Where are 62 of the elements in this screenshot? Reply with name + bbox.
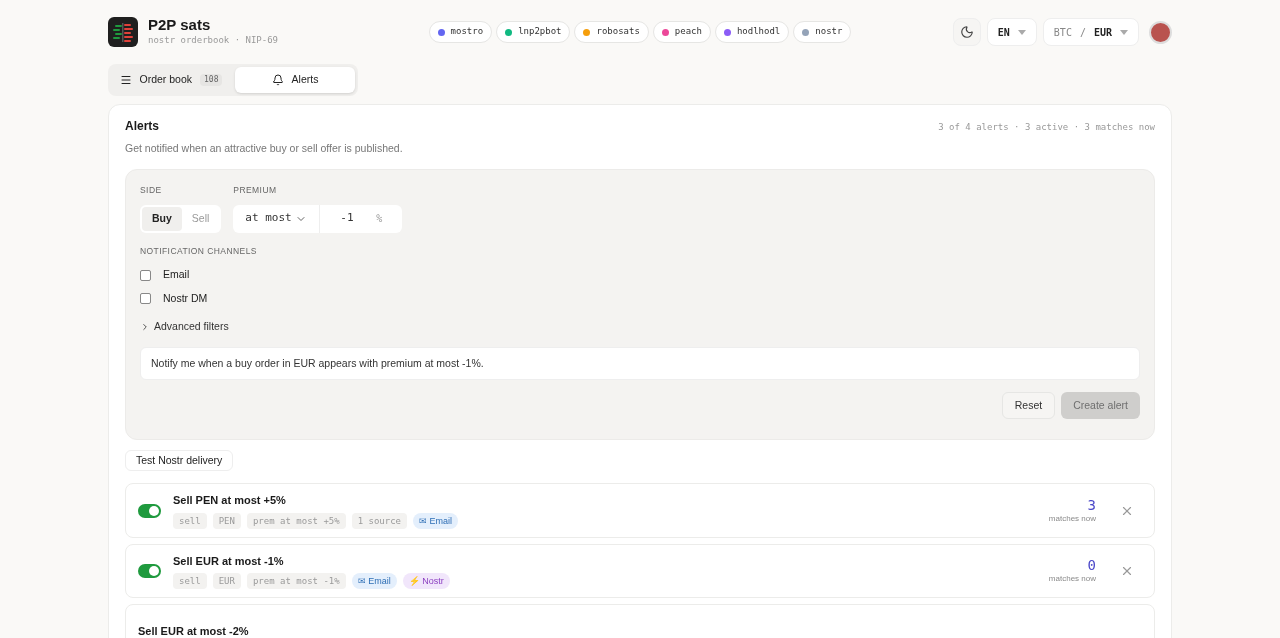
filter-tag: EUR: [212, 573, 241, 590]
side-option[interactable]: Buy: [142, 206, 182, 231]
base-currency: BTC: [1053, 25, 1072, 40]
source-chip[interactable]: robosats: [574, 21, 649, 43]
tab[interactable]: Order book 108: [111, 67, 231, 93]
filter-tag: ⚡ Nostr: [402, 573, 450, 590]
avatar[interactable]: [1149, 20, 1172, 44]
field-label: SIDE: [140, 183, 163, 197]
match-label: matches now: [1048, 512, 1096, 525]
field-label: PREMIUM: [233, 183, 278, 197]
alert-preview-text: Notify me when a buy order in EUR appears with premium at most -1%.: [140, 346, 1140, 381]
close-icon[interactable]: [1120, 564, 1134, 578]
alert-title: Sell PEN at most +5%: [173, 493, 287, 509]
source-chip[interactable]: mostro: [428, 21, 493, 43]
pair-separator: /: [1079, 25, 1086, 40]
pair-select[interactable]: BTC / EUR: [1042, 18, 1139, 46]
filter-tag: prem at most -1%: [246, 573, 346, 590]
theme-toggle-button[interactable]: [952, 18, 981, 46]
premium-mode-select[interactable]: at most: [233, 204, 321, 233]
tab[interactable]: Alerts: [235, 67, 355, 93]
filter-tag: prem at most +5%: [246, 512, 346, 529]
premium-value: -1: [340, 210, 354, 227]
filter-tag: PEN: [212, 512, 241, 529]
match-count: 3: [1087, 496, 1096, 513]
section-description: Get notified when an attractive buy or sell offer is published.: [125, 141, 403, 156]
alert-title: Sell EUR at most -2%: [138, 624, 250, 638]
source-chip[interactable]: hodlhodl: [714, 21, 790, 43]
reset-button[interactable]: Reset: [1001, 392, 1056, 420]
source-chip[interactable]: lnp2pbot: [496, 21, 571, 43]
source-chip[interactable]: peach: [652, 21, 711, 43]
source-chip[interactable]: nostr: [793, 21, 852, 43]
section-title: Alerts: [125, 118, 160, 135]
filter-tag: ✉ Email: [413, 512, 459, 529]
checkbox[interactable]: [140, 269, 151, 281]
alerts-summary: 3 of 4 alerts · 3 active · 3 matches now: [938, 121, 1155, 134]
chevron-right-icon: [140, 321, 150, 332]
moon-icon: [959, 25, 974, 39]
field-label: NOTIFICATION CHANNELS: [140, 244, 258, 258]
app-subtitle: nostr orderbook · NIP-69: [148, 34, 279, 48]
match-label: matches now: [1048, 573, 1096, 585]
filter-tag: sell: [173, 512, 207, 529]
filter-tag: 1 source: [351, 512, 407, 529]
checkbox-label: Email: [163, 267, 190, 283]
advanced-filters-toggle[interactable]: Advanced filters: [140, 318, 229, 335]
toggle-switch[interactable]: [138, 564, 161, 578]
percent-unit: %: [376, 212, 383, 226]
language-select[interactable]: EN: [986, 18, 1037, 46]
count-badge: 108: [200, 74, 223, 86]
menu-icon: [119, 74, 132, 86]
test-delivery-button[interactable]: Test Nostr delivery: [125, 450, 234, 472]
quote-currency: EUR: [1093, 25, 1112, 40]
bell-icon: [271, 74, 284, 86]
filter-tag: ✉ Email: [351, 573, 397, 590]
alert-title: Sell EUR at most -1%: [173, 553, 285, 569]
toggle-switch[interactable]: [138, 503, 161, 518]
match-count: 0: [1087, 557, 1096, 573]
logo-icon: [108, 17, 138, 47]
checkbox-label: Nostr DM: [163, 291, 208, 306]
checkbox[interactable]: [140, 293, 151, 305]
premium-input[interactable]: -1 %: [320, 204, 403, 233]
filter-tag: sell: [173, 573, 207, 590]
app-title: P2P sats: [148, 16, 212, 35]
